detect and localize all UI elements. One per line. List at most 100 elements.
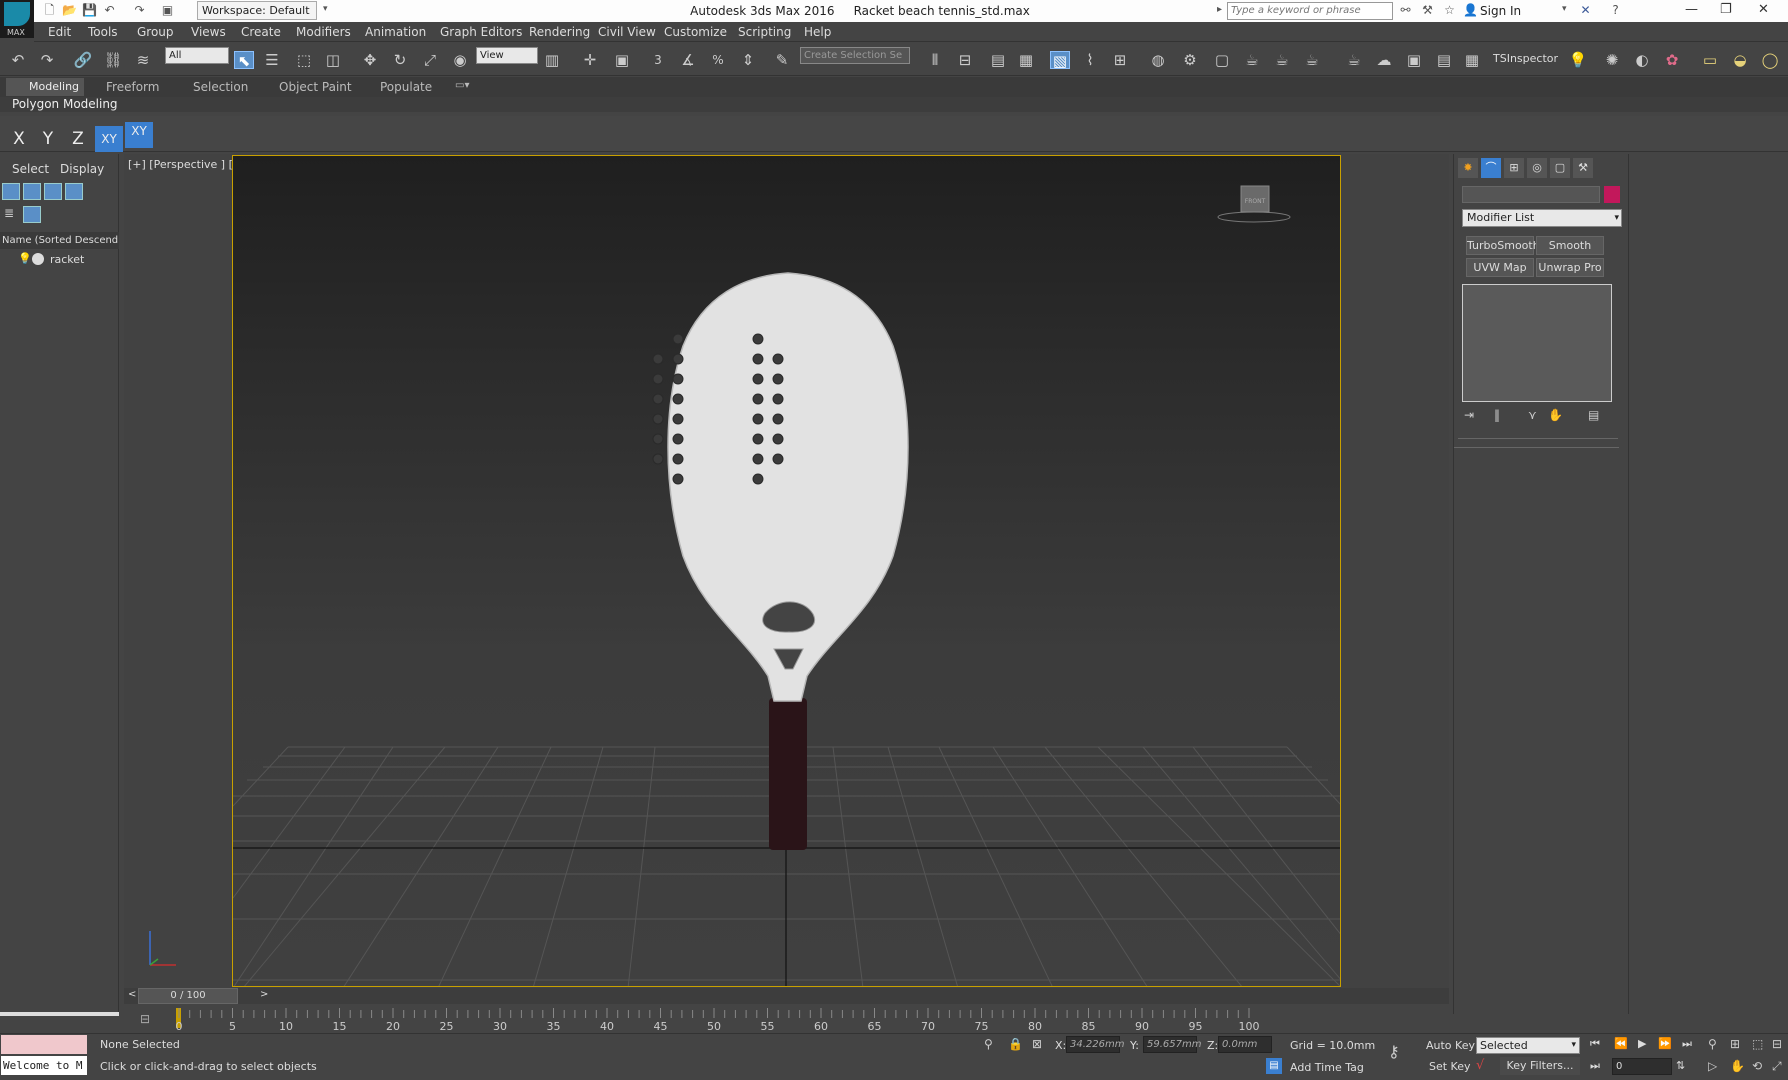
- keyboard-shortcut-icon[interactable]: ▣: [612, 51, 632, 69]
- pivot-center-icon[interactable]: ▥: [542, 51, 562, 69]
- schematic-view-icon[interactable]: ⊞: [1110, 51, 1130, 69]
- menu-tools[interactable]: Tools: [88, 25, 118, 39]
- menu-rendering[interactable]: Rendering: [529, 25, 590, 39]
- hierarchy-tab-icon[interactable]: ⊞: [1504, 158, 1524, 178]
- layers-icon[interactable]: ≣: [4, 206, 20, 222]
- menu-customize[interactable]: Customize: [664, 25, 727, 39]
- search-expand-icon[interactable]: ▸: [1217, 4, 1222, 15]
- display-geometry-icon[interactable]: [2, 183, 20, 200]
- polygon-modeling-label[interactable]: Polygon Modeling: [12, 97, 118, 111]
- axis-xy-flyout-button[interactable]: XY: [125, 122, 153, 148]
- scene-explorer-select-menu[interactable]: Select: [12, 162, 49, 176]
- time-slider-next[interactable]: >: [260, 989, 268, 1000]
- scale-icon[interactable]: ⤢: [420, 51, 440, 69]
- axis-y-button[interactable]: Y: [34, 126, 62, 152]
- auto-key-button[interactable]: Auto Key: [1426, 1039, 1475, 1052]
- scene-explorer-display-menu[interactable]: Display: [60, 162, 104, 176]
- show-end-result-icon[interactable]: ‖: [1494, 408, 1500, 422]
- mirror-icon[interactable]: ⫴: [925, 51, 945, 69]
- menu-modifiers[interactable]: Modifiers: [296, 25, 351, 39]
- mini-curve-editor-icon[interactable]: ⊟: [140, 1012, 150, 1026]
- scene-explorer-column-header[interactable]: Name (Sorted Descending: [0, 232, 119, 249]
- zoom-extents-all-icon[interactable]: ⊟: [1772, 1037, 1782, 1051]
- field-of-view-icon[interactable]: ▷: [1708, 1059, 1717, 1073]
- selection-lock-icon[interactable]: 🔒: [1008, 1037, 1023, 1051]
- teapot-icon[interactable]: ☕: [1344, 51, 1364, 69]
- set-key-mode-key-icon[interactable]: ⚷: [1388, 1042, 1400, 1061]
- edit-named-selection-icon[interactable]: ✎: [772, 51, 792, 69]
- percent-snap-icon[interactable]: %: [708, 51, 728, 69]
- grid-table-icon[interactable]: ▦: [1462, 51, 1482, 69]
- turbosmooth-button[interactable]: TurboSmooth: [1466, 236, 1540, 255]
- bind-space-warp-icon[interactable]: ≋: [133, 51, 153, 69]
- snaps-toggle-icon[interactable]: 3: [648, 51, 668, 69]
- go-to-end-icon[interactable]: ⏭: [1682, 1037, 1692, 1051]
- menu-civil-view[interactable]: Civil View: [598, 25, 656, 39]
- menu-graph-editors[interactable]: Graph Editors: [440, 25, 522, 39]
- sphere-light-icon[interactable]: ◯: [1760, 51, 1780, 69]
- save-file-icon[interactable]: 💾: [82, 3, 97, 18]
- curve-editor-icon[interactable]: ⌇: [1080, 51, 1100, 69]
- undo-icon[interactable]: ↶: [102, 3, 117, 18]
- motion-tab-icon[interactable]: ◎: [1527, 158, 1547, 178]
- play-icon[interactable]: ▶: [1638, 1037, 1646, 1050]
- toggle-ribbon-icon[interactable]: ▦: [1016, 51, 1036, 69]
- previous-frame-icon[interactable]: ⏪: [1614, 1037, 1628, 1050]
- render-setup-icon[interactable]: ⚙: [1180, 51, 1200, 69]
- select-object-icon[interactable]: ⬉: [234, 51, 254, 70]
- app-logo[interactable]: MAX: [0, 0, 34, 38]
- menu-scripting[interactable]: Scripting: [738, 25, 791, 39]
- maxscript-listener-output[interactable]: Welcome to M: [1, 1056, 87, 1075]
- display-lights-icon[interactable]: [44, 183, 62, 200]
- exchange-apps-icon[interactable]: ✕: [1578, 3, 1593, 18]
- placement-icon[interactable]: ◉: [450, 51, 470, 69]
- set-keys-icon[interactable]: √: [1476, 1058, 1484, 1073]
- favorites-star-icon[interactable]: ☆: [1442, 3, 1457, 18]
- new-file-icon[interactable]: 🗋: [42, 3, 57, 18]
- workspace-menu-chevron-icon[interactable]: ▾: [323, 4, 328, 14]
- tab-populate[interactable]: Populate: [380, 80, 432, 94]
- configure-sets-icon[interactable]: ▤: [1588, 408, 1599, 422]
- time-tag-icon[interactable]: ▤: [1266, 1058, 1282, 1074]
- display-tab-icon[interactable]: ▢: [1550, 158, 1570, 178]
- axis-x-button[interactable]: X: [5, 126, 33, 152]
- search-input[interactable]: Type a keyword or phrase: [1227, 2, 1393, 20]
- redo-icon[interactable]: ↷: [37, 51, 57, 69]
- pan-view-icon[interactable]: ✋: [1730, 1059, 1745, 1073]
- tab-object-paint[interactable]: Object Paint: [279, 80, 352, 94]
- display-cameras-icon[interactable]: [65, 183, 83, 200]
- sign-in-chevron-icon[interactable]: ▾: [1562, 4, 1567, 14]
- display-shapes-icon[interactable]: [23, 183, 41, 200]
- material-editor-icon[interactable]: ◍: [1148, 51, 1168, 69]
- layer-explorer-icon[interactable]: ▤: [988, 51, 1008, 69]
- dome-light-icon[interactable]: ◒: [1730, 51, 1750, 69]
- image-viewer-icon[interactable]: ▣: [1404, 51, 1424, 69]
- unwrap-pro-button[interactable]: Unwrap Pro: [1536, 258, 1604, 277]
- flag-icon[interactable]: ◐: [1632, 51, 1652, 69]
- time-configuration-icon[interactable]: ⇅: [1676, 1059, 1685, 1072]
- absolute-mode-icon[interactable]: ⊠: [1032, 1037, 1042, 1051]
- menu-edit[interactable]: Edit: [48, 25, 71, 39]
- reference-coordinate-dropdown[interactable]: View: [476, 47, 538, 64]
- orbit-icon[interactable]: ⟲: [1752, 1059, 1762, 1073]
- activeshade-icon[interactable]: ☕: [1302, 51, 1322, 69]
- select-manipulate-icon[interactable]: ✛: [580, 51, 600, 69]
- open-file-icon[interactable]: 📂: [62, 3, 77, 18]
- light-bulb-icon[interactable]: 💡: [1568, 51, 1588, 69]
- ribbon-options-icon[interactable]: ▭▾: [455, 80, 469, 91]
- ts-inspector-label[interactable]: TSInspector: [1493, 52, 1558, 65]
- sun-tools-icon[interactable]: ✺: [1602, 51, 1622, 69]
- viewcube[interactable]: FRONT: [1217, 185, 1291, 223]
- rect-area-light-icon[interactable]: ▭: [1700, 51, 1720, 69]
- scene-item-racket[interactable]: 💡 racket: [0, 250, 119, 268]
- redo-icon[interactable]: ↷: [132, 3, 147, 18]
- modifier-list-dropdown[interactable]: Modifier List ▾: [1462, 209, 1622, 227]
- racket-handle[interactable]: [769, 698, 807, 850]
- menu-views[interactable]: Views: [191, 25, 226, 39]
- close-icon[interactable]: ✕: [1758, 2, 1769, 17]
- remove-modifier-icon[interactable]: ✋: [1548, 408, 1563, 422]
- perspective-viewport[interactable]: FRONT: [232, 155, 1341, 987]
- select-by-name-icon[interactable]: ☰: [262, 51, 282, 69]
- next-frame-icon[interactable]: ⏩: [1658, 1037, 1672, 1050]
- time-slider-prev[interactable]: <: [128, 989, 136, 1000]
